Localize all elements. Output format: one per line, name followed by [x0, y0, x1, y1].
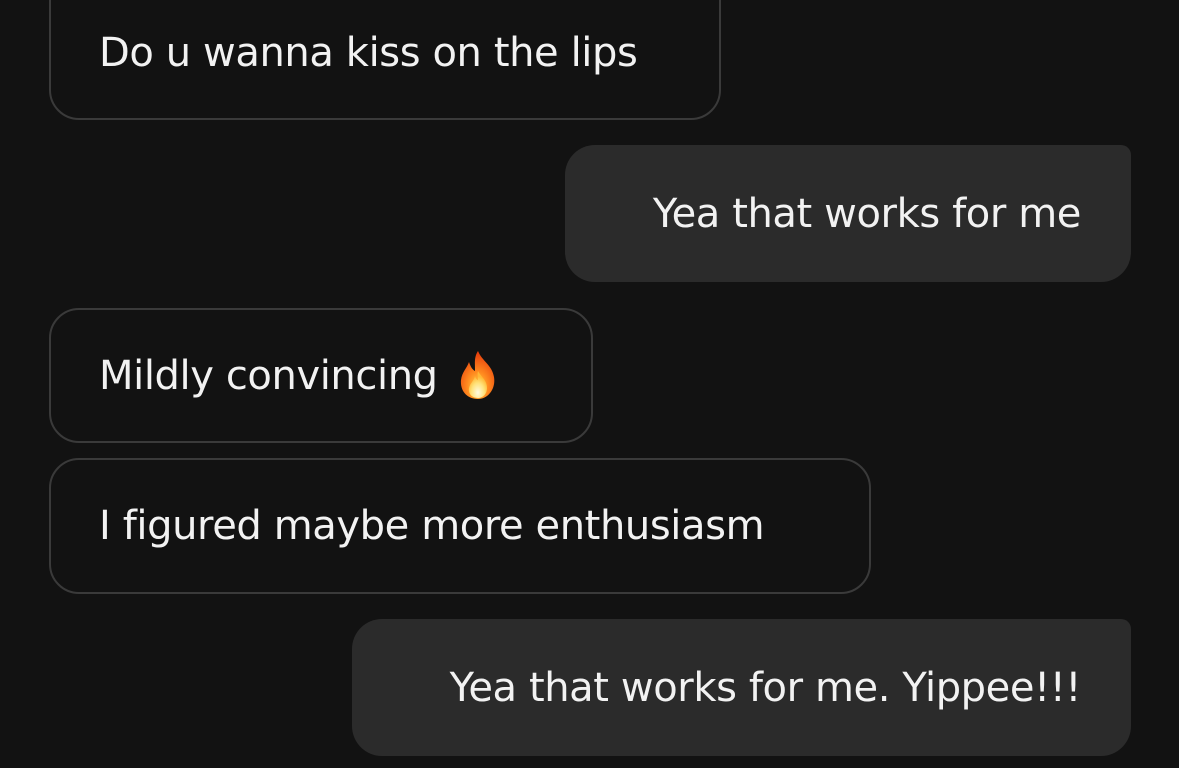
message-bubble-outgoing[interactable]: Yea that works for me	[565, 145, 1131, 282]
chat-thread: Do u wanna kiss on the lips Yea that wor…	[0, 0, 1179, 768]
message-text: Yea that works for me. Yippee!!!	[449, 664, 1082, 711]
message-bubble-incoming[interactable]: I figured maybe more enthusiasm	[49, 458, 871, 594]
message-text: Do u wanna kiss on the lips	[99, 29, 638, 76]
message-text: Mildly convincing	[99, 352, 438, 399]
fire-emoji-icon	[456, 349, 500, 401]
message-text: Yea that works for me	[652, 190, 1082, 237]
message-bubble-incoming[interactable]: Mildly convincing	[49, 308, 593, 443]
message-bubble-incoming[interactable]: Do u wanna kiss on the lips	[49, 0, 721, 120]
message-bubble-outgoing[interactable]: Yea that works for me. Yippee!!!	[352, 619, 1131, 756]
message-text: I figured maybe more enthusiasm	[99, 503, 765, 549]
